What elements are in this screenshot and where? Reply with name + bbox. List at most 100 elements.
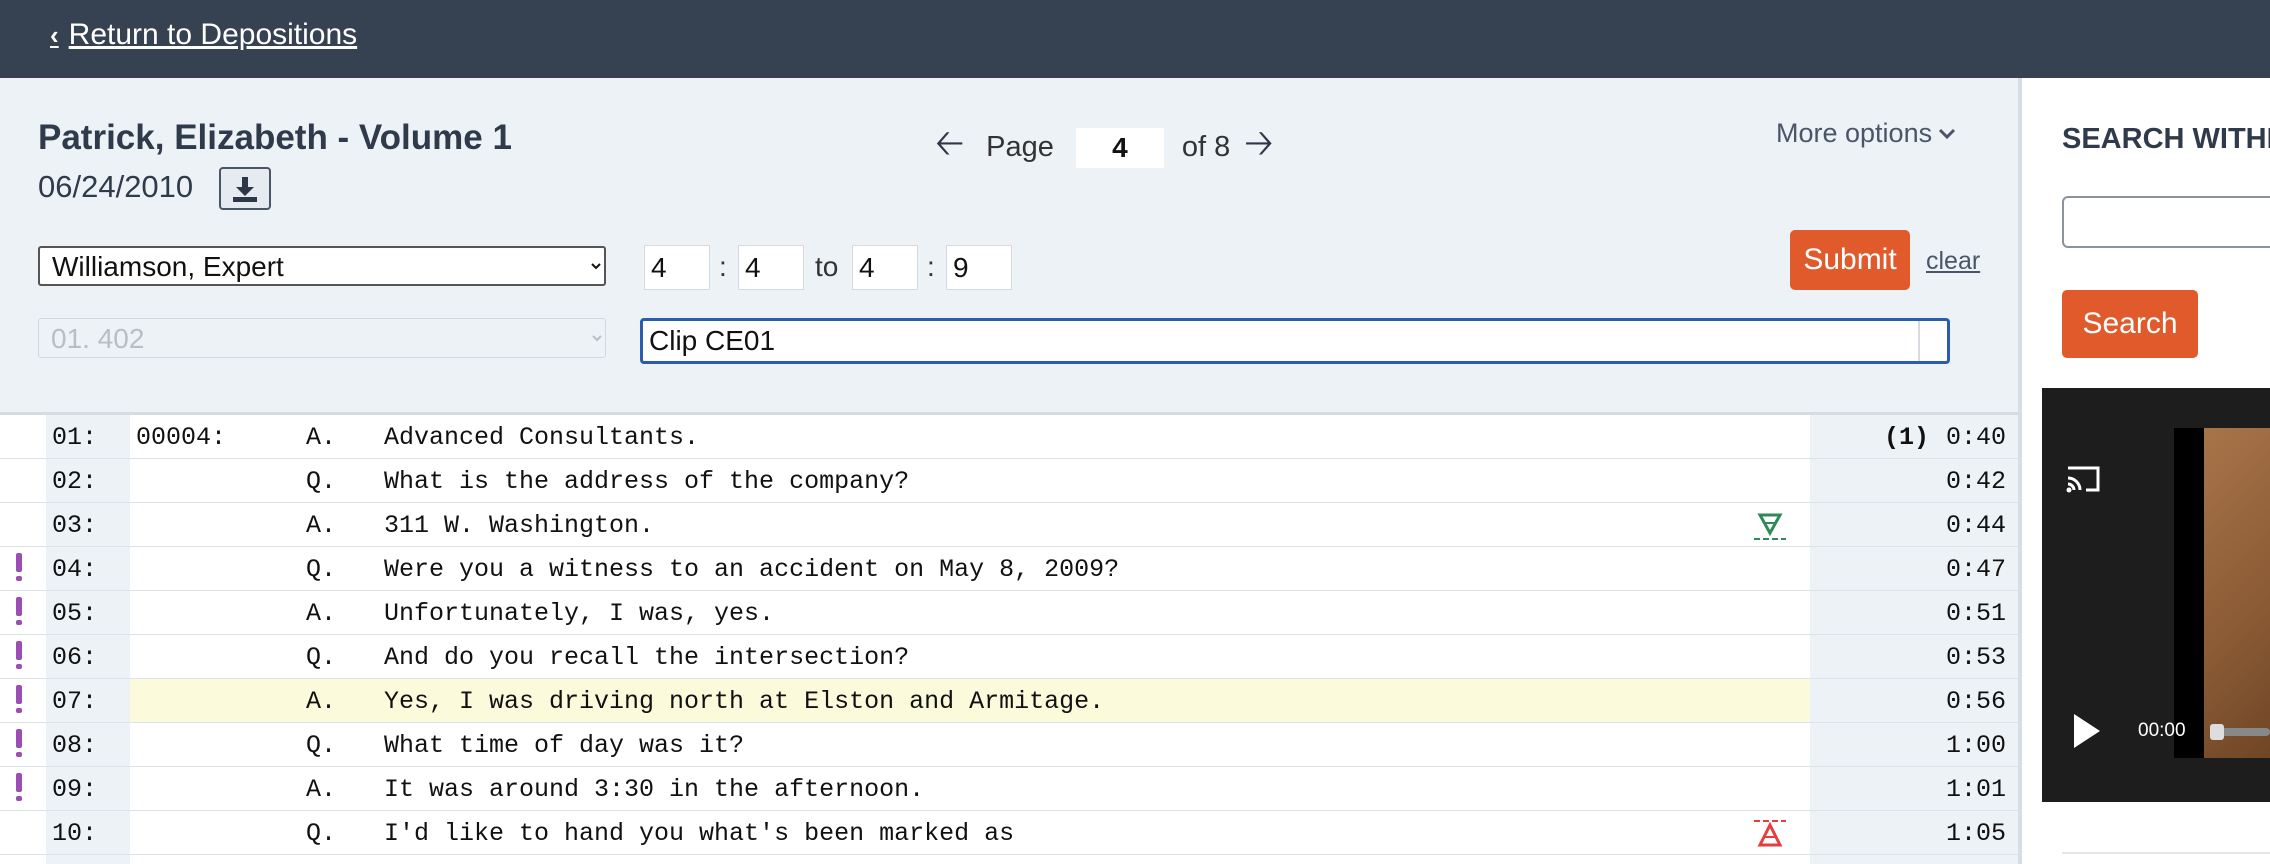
speaker-label: Q. xyxy=(306,555,337,584)
designation-mark-icon[interactable] xyxy=(16,773,22,801)
speaker-label: Q. xyxy=(306,467,337,496)
timecode[interactable]: 0:44 xyxy=(1946,511,2006,540)
clip-start-marker-icon[interactable] xyxy=(1752,819,1788,849)
designation-mark-icon[interactable] xyxy=(16,553,22,581)
speaker-label: A. xyxy=(306,511,337,540)
page-number-input[interactable] xyxy=(1075,127,1164,168)
clip-input-divider xyxy=(1918,321,1920,361)
transcript-text: Advanced Consultants. xyxy=(384,423,700,452)
transcript-text: I'd like to hand you what's been marked … xyxy=(384,819,1015,848)
range-colon-2: : xyxy=(927,251,935,282)
deposition-date: 06/24/2010 xyxy=(38,169,194,204)
from-page-input[interactable] xyxy=(644,245,710,290)
more-options-label: More options xyxy=(1776,118,1933,148)
transcript-text: What time of day was it? xyxy=(384,731,745,760)
range-to-label: to xyxy=(815,251,839,282)
speaker-label: A. xyxy=(306,775,337,804)
timecode[interactable]: 0:56 xyxy=(1946,687,2006,716)
clip-end-marker-icon[interactable] xyxy=(1752,511,1788,541)
transcript-text: Were you a witness to an accident on May… xyxy=(384,555,1120,584)
clip-number: (1) xyxy=(1884,423,1930,452)
transcript-row[interactable]: 01: 00004: A. Advanced Consultants. (1) 0:40 xyxy=(0,415,2018,459)
transcript-row[interactable]: 09: A. It was around 3:30 in the afternoon… xyxy=(0,767,2018,811)
speaker-label: A. xyxy=(306,599,337,628)
transcript-text: Yes, I was driving north at Elston and A… xyxy=(384,687,1105,716)
video-player[interactable]: 00:00 xyxy=(2042,388,2270,802)
transcript-row[interactable]: 10: Q. I'd like to hand you what's been ma… xyxy=(0,811,2018,855)
timecode[interactable]: 0:40 xyxy=(1946,423,2006,452)
line-number: 04: xyxy=(52,555,98,584)
transcript-row[interactable]: 05: A. Unfortunately, I was, yes. 0:51 xyxy=(0,591,2018,635)
range-colon: : xyxy=(719,251,727,282)
chevron-left-icon: ‹ xyxy=(50,19,59,50)
page-count-label: of 8 xyxy=(1181,131,1231,163)
line-number: 06: xyxy=(52,643,98,672)
video-frame-border xyxy=(2174,428,2204,758)
deposition-title: Patrick, Elizabeth - Volume 1 xyxy=(38,118,512,157)
speaker-label: A. xyxy=(306,687,337,716)
transcript-row[interactable]: 07: A. Yes, I was driving north at Elston … xyxy=(0,679,2018,723)
line-number: 02: xyxy=(52,467,98,496)
line-number: 07: xyxy=(52,687,98,716)
speaker-label: Q. xyxy=(306,731,337,760)
page-label: Page xyxy=(986,131,1054,163)
clip-name-input[interactable] xyxy=(640,318,1950,364)
transcript-text: What is the address of the company? xyxy=(384,467,910,496)
return-to-depositions-link[interactable]: ‹ Return to Depositions xyxy=(50,18,357,52)
transcript-text: It was around 3:30 in the afternoon. xyxy=(384,775,925,804)
to-line-input[interactable] xyxy=(946,245,1012,290)
timecode[interactable]: 0:47 xyxy=(1946,555,2006,584)
video-time: 00:00 xyxy=(2138,720,2186,741)
video-frame xyxy=(2204,428,2270,758)
transcript-row[interactable]: 02: Q. What is the address of the company?… xyxy=(0,459,2018,503)
search-button[interactable]: Search xyxy=(2062,290,2198,358)
download-button[interactable] xyxy=(219,167,271,210)
play-icon[interactable] xyxy=(2074,714,2100,748)
transcript-text: Unfortunately, I was, yes. xyxy=(384,599,775,628)
transcript-row[interactable]: 06: Q. And do you recall the intersection?… xyxy=(0,635,2018,679)
cast-icon[interactable] xyxy=(2064,464,2102,494)
timecode[interactable]: 0:51 xyxy=(1946,599,2006,628)
witness-select[interactable]: Williamson, Expert xyxy=(38,246,606,286)
line-number: 01: xyxy=(52,423,98,452)
transcript-text: 311 W. Washington. xyxy=(384,511,655,540)
top-nav-bar: ‹ Return to Depositions xyxy=(0,0,2270,78)
search-within-input[interactable] xyxy=(2062,196,2270,248)
line-number: 09: xyxy=(52,775,98,804)
video-scrubber-handle[interactable] xyxy=(2210,724,2224,740)
line-number: 10: xyxy=(52,819,98,848)
timecode[interactable]: 1:01 xyxy=(1946,775,2006,804)
timecode[interactable]: 0:42 xyxy=(1946,467,2006,496)
submit-button[interactable]: Submit xyxy=(1790,230,1910,290)
speaker-label: A. xyxy=(306,423,337,452)
line-number: 03: xyxy=(52,511,98,540)
designation-mark-icon[interactable] xyxy=(16,729,22,757)
from-line-input[interactable] xyxy=(738,245,804,290)
previous-page-arrow-icon[interactable]: 🡠 xyxy=(935,117,964,178)
designation-mark-icon[interactable] xyxy=(16,597,22,625)
exhibit-select[interactable]: 01. 402 xyxy=(38,318,606,358)
timecode[interactable]: 1:00 xyxy=(1946,731,2006,760)
return-link-label: Return to Depositions xyxy=(68,18,358,51)
timecode[interactable]: 1:05 xyxy=(1946,819,2006,848)
next-page-arrow-icon[interactable]: 🡢 xyxy=(1244,117,1273,178)
designation-mark-icon[interactable] xyxy=(16,641,22,669)
to-page-input[interactable] xyxy=(852,245,918,290)
transcript-view: 01: 00004: A. Advanced Consultants. (1) 0:40 0… xyxy=(0,412,2018,864)
clear-link[interactable]: clear xyxy=(1926,247,1980,276)
speaker-label: Q. xyxy=(306,819,337,848)
search-within-heading: SEARCH WITHIN xyxy=(2062,123,2270,155)
timecode[interactable]: 0:53 xyxy=(1946,643,2006,672)
line-number: 08: xyxy=(52,731,98,760)
line-number: 05: xyxy=(52,599,98,628)
transcript-row[interactable]: 04: Q. Were you a witness to an accident o… xyxy=(0,547,2018,591)
search-panel-divider xyxy=(2062,852,2270,854)
more-options-dropdown[interactable]: More options xyxy=(1776,118,1956,149)
transcript-text: And do you recall the intersection? xyxy=(384,643,910,672)
chevron-down-icon xyxy=(1939,128,1956,139)
speaker-label: Q. xyxy=(306,643,337,672)
transcript-row[interactable]: 03: A. 311 W. Washington. 0:44 xyxy=(0,503,2018,547)
transcript-row[interactable]: 08: Q. What time of day was it? 1:00 xyxy=(0,723,2018,767)
download-icon xyxy=(233,176,257,202)
designation-mark-icon[interactable] xyxy=(16,685,22,713)
